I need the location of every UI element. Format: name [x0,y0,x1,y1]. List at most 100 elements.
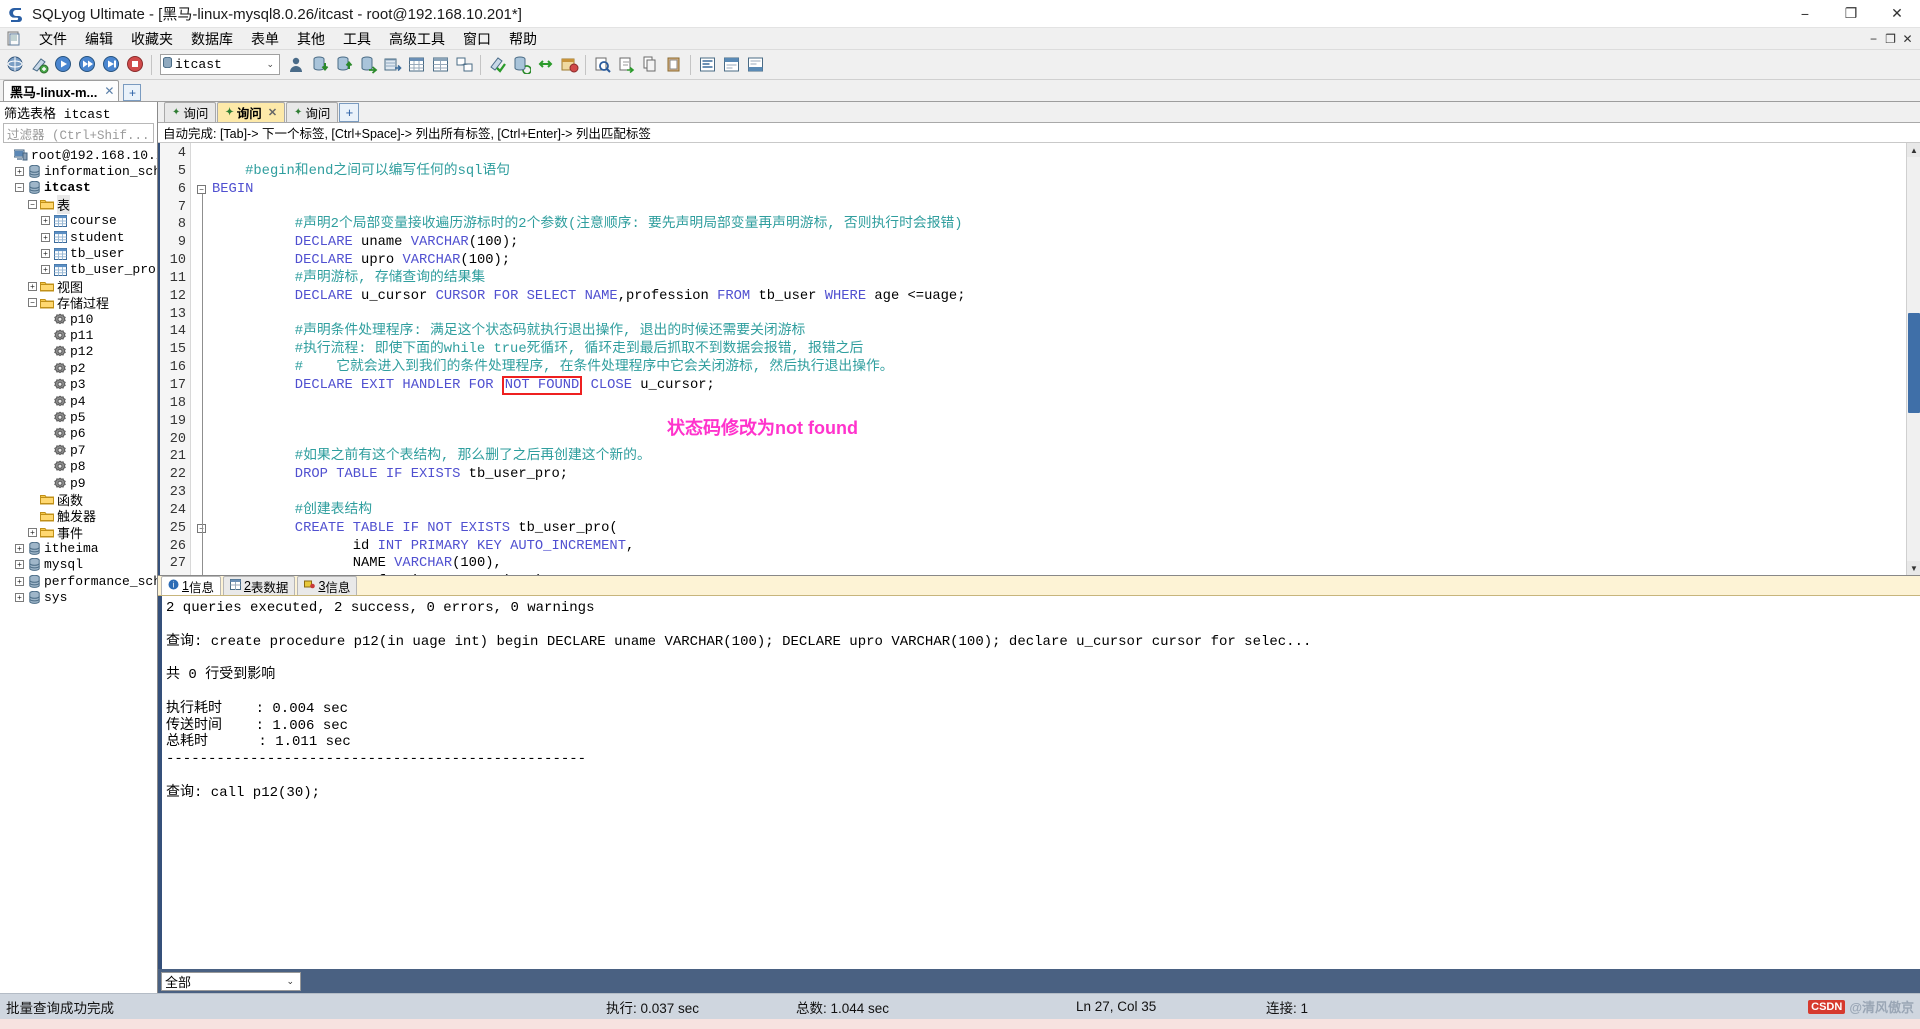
collapse-icon[interactable]: − [28,199,37,209]
tree-node-[interactable]: − 存储过程 [0,295,157,312]
menu-item-table[interactable]: 表单 [242,27,288,51]
menu-item-favorites[interactable]: 收藏夹 [122,27,182,51]
execute-query-icon[interactable] [52,54,74,76]
collapse-icon[interactable]: − [28,298,37,308]
tree-node-information_schema[interactable]: + information_schema [0,163,157,179]
tab-query-3[interactable]: ✦ 询问 [286,102,339,122]
tree-node-p6[interactable]: p6 [0,426,157,442]
expand-icon[interactable]: + [15,576,24,586]
scrollbar-thumb[interactable] [1908,313,1920,413]
minimize-button[interactable]: − [1782,0,1828,28]
menu-item-database[interactable]: 数据库 [182,27,242,51]
uncomment-icon[interactable] [744,54,766,76]
format-sql-icon[interactable] [696,54,718,76]
paste-icon[interactable] [663,54,685,76]
backup-database-icon[interactable] [357,54,379,76]
expand-icon[interactable]: + [28,527,37,537]
tree-node-course[interactable]: + course [0,213,157,229]
tree-node-[interactable]: + 事件 [0,524,157,542]
connection-tab[interactable]: 黑马-linux-m... ✕ [3,80,120,101]
menu-item-other[interactable]: 其他 [288,27,334,51]
tree-node-[interactable]: 触发器 [0,508,157,525]
scheduler-icon[interactable] [558,54,580,76]
expand-icon[interactable]: + [41,216,50,226]
mdi-restore-button[interactable]: ❐ [1882,32,1899,46]
expand-icon[interactable]: + [28,281,37,291]
execute-current-query-icon[interactable] [100,54,122,76]
tab-query-1[interactable]: ✦ 询问 [164,102,217,122]
tree-node-performance_schema[interactable]: + performance_schema [0,573,157,589]
close-button[interactable]: ✕ [1874,0,1920,28]
menu-item-file[interactable]: 文件 [30,27,76,51]
results-filter-select[interactable]: 全部 ⌄ [161,971,301,991]
new-connection-icon[interactable] [4,54,26,76]
sql-editor[interactable]: 4 5 6 7 8 9 10 11 12 13 14 15 16 17 18 19 20 21 22 23 24 25 26… [158,143,1906,575]
export-data-icon[interactable] [333,54,355,76]
tree-node-p7[interactable]: p7 [0,442,157,458]
tab-results-info[interactable]: i 1 信息 [161,576,221,595]
tree-node-p3[interactable]: p3 [0,376,157,392]
menu-item-window[interactable]: 窗口 [454,27,500,51]
table-data-icon[interactable] [405,54,427,76]
close-icon[interactable]: ✕ [268,106,277,119]
expand-icon[interactable]: + [15,560,24,570]
new-query-icon[interactable] [28,54,50,76]
tree-node-p8[interactable]: p8 [0,458,157,474]
scroll-up-icon[interactable]: ▲ [1907,143,1920,157]
menu-item-edit[interactable]: 编辑 [76,27,122,51]
sync-icon[interactable] [534,54,556,76]
table-grid-icon[interactable] [429,54,451,76]
tree-node-sys[interactable]: + sys [0,590,157,606]
tab-query-2[interactable]: ✦ 询问 ✕ [217,102,286,122]
menu-item-tools[interactable]: 工具 [334,27,380,51]
collapse-icon[interactable]: − [15,183,24,193]
add-connection-tab-button[interactable]: + [123,84,142,101]
validate-icon[interactable] [486,54,508,76]
tree-node-p9[interactable]: p9 [0,475,157,491]
expand-icon[interactable]: + [41,249,50,259]
expand-icon[interactable]: + [41,232,50,242]
expand-icon[interactable]: + [15,167,24,177]
tree-node-tb_user_pro[interactable]: + tb_user_pro [0,262,157,278]
maximize-button[interactable]: ❐ [1828,0,1874,28]
tree-node-p2[interactable]: p2 [0,360,157,376]
comment-icon[interactable] [720,54,742,76]
expand-icon[interactable]: + [15,544,24,554]
mdi-minimize-button[interactable]: − [1865,32,1882,46]
tree-node-[interactable]: 函数 [0,491,157,509]
replace-icon[interactable] [615,54,637,76]
add-query-tab-button[interactable]: + [339,103,360,122]
menu-item-advanced-tools[interactable]: 高级工具 [380,27,454,51]
code-fold-column[interactable]: −− [190,143,212,575]
tree-node-p12[interactable]: p12 [0,344,157,360]
copy-icon[interactable] [639,54,661,76]
execute-all-queries-icon[interactable] [76,54,98,76]
scroll-down-icon[interactable]: ▼ [1907,561,1920,575]
tree-node-itheima[interactable]: + itheima [0,540,157,556]
tree-node-student[interactable]: + student [0,229,157,245]
tree-node-[interactable]: + 视图 [0,278,157,296]
find-icon[interactable] [591,54,613,76]
refresh-db-icon[interactable] [510,54,532,76]
tree-node-mysql[interactable]: + mysql [0,557,157,573]
tree-node-p10[interactable]: p10 [0,311,157,327]
restore-database-icon[interactable] [381,54,403,76]
expand-icon[interactable]: + [15,593,24,603]
menu-item-help[interactable]: 帮助 [500,27,546,51]
import-data-icon[interactable] [309,54,331,76]
tab-results-table-data[interactable]: 2 表数据 [222,576,296,595]
tree-node-root19216810201[interactable]: root@192.168.10.201 [0,147,157,163]
schema-designer-icon[interactable] [453,54,475,76]
user-manager-icon[interactable] [285,54,307,76]
close-icon[interactable]: ✕ [104,84,114,98]
tree-node-p11[interactable]: p11 [0,327,157,343]
mdi-close-button[interactable]: ✕ [1899,32,1916,46]
tree-node-p5[interactable]: p5 [0,409,157,425]
sidebar-filter-input[interactable]: 过滤器 (Ctrl+Shif... [3,123,154,143]
tree-node-p4[interactable]: p4 [0,393,157,409]
sql-code-area[interactable]: #begin和end之间可以编写任何的sql语句 BEGIN #声明2个局部变量接… [212,143,1906,575]
stop-execution-icon[interactable] [124,54,146,76]
tree-node-tb_user[interactable]: + tb_user [0,245,157,261]
object-tree[interactable]: root@192.168.10.201+information_schema−i… [0,145,157,993]
database-selector[interactable]: itcast ⌄ [160,54,280,75]
